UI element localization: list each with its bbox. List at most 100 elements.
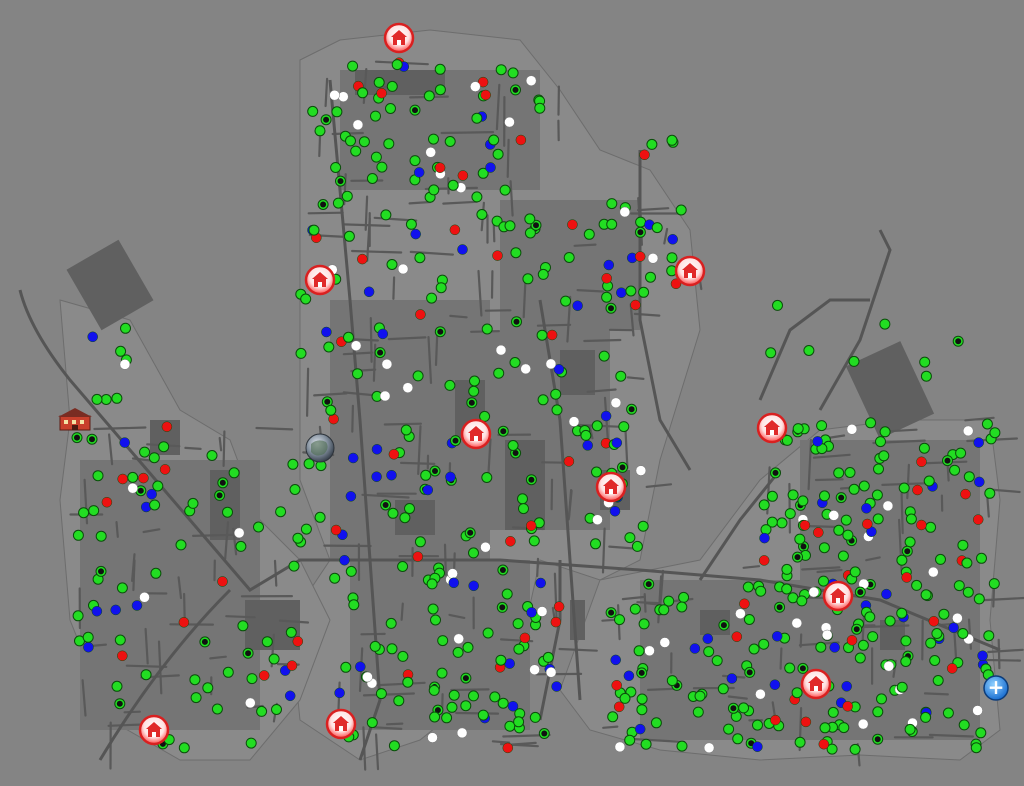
red-status-dot[interactable] <box>217 576 228 587</box>
green-status-dot[interactable] <box>426 578 438 590</box>
green-status-dot[interactable] <box>175 539 187 551</box>
green-status-dot[interactable] <box>292 532 304 544</box>
green-status-dot[interactable] <box>815 641 827 653</box>
white-status-dot[interactable] <box>495 344 507 356</box>
green-status-dot[interactable] <box>358 136 370 148</box>
white-status-dot[interactable] <box>379 390 391 402</box>
blue-status-dot[interactable] <box>363 286 375 298</box>
green-status-dot[interactable] <box>414 252 426 264</box>
blue-status-dot[interactable] <box>623 670 635 682</box>
green-status-dot[interactable] <box>614 614 625 626</box>
white-status-dot[interactable] <box>592 514 603 525</box>
green-status-dot[interactable] <box>794 533 806 545</box>
green-status-dot[interactable] <box>187 497 199 509</box>
green-status-dot[interactable] <box>797 495 809 507</box>
green-status-dot[interactable] <box>900 656 912 667</box>
green-status-dot[interactable] <box>703 646 715 658</box>
green-status-dot[interactable] <box>537 268 549 280</box>
green-status-dot[interactable] <box>476 209 488 220</box>
blue-status-dot[interactable] <box>769 679 781 690</box>
green-status-dot[interactable] <box>471 191 483 203</box>
green-status-dot[interactable] <box>237 620 249 632</box>
green-status-dot[interactable] <box>404 503 415 514</box>
green-status-dot[interactable] <box>268 653 280 665</box>
green-status-dot[interactable] <box>842 529 854 541</box>
green-status-dot[interactable] <box>911 579 923 591</box>
green-status-dot[interactable] <box>646 138 658 150</box>
green-status-dot[interactable] <box>618 421 630 433</box>
white-status-dot[interactable] <box>381 358 393 370</box>
blue-status-dot[interactable] <box>457 244 468 255</box>
green-status-dot[interactable] <box>492 148 504 160</box>
green-status-dot[interactable] <box>666 675 678 687</box>
green-status-dot[interactable] <box>645 271 656 283</box>
green-status-dot[interactable] <box>350 145 362 157</box>
green-status-dot[interactable] <box>794 736 806 748</box>
green-status-dot[interactable] <box>905 513 917 525</box>
green-status-dot[interactable] <box>678 591 690 603</box>
green-status-dot[interactable] <box>606 198 618 210</box>
blue-status-dot[interactable] <box>284 690 296 702</box>
green-status-dot[interactable] <box>72 529 84 541</box>
green-status-dot[interactable] <box>471 112 483 124</box>
green-status-dot[interactable] <box>844 467 856 478</box>
red-status-dot[interactable] <box>731 631 743 642</box>
green-status-dot[interactable] <box>402 676 414 688</box>
blue-status-dot[interactable] <box>87 331 98 343</box>
green-status-dot[interactable] <box>495 64 507 76</box>
green-status-dot[interactable] <box>796 595 808 607</box>
blue-status-dot[interactable] <box>634 723 646 735</box>
green-status-dot[interactable] <box>357 87 369 99</box>
green-status-dot[interactable] <box>348 599 360 611</box>
green-status-dot[interactable] <box>387 507 399 519</box>
green-status-dot[interactable] <box>560 295 572 307</box>
green-status-dot[interactable] <box>271 704 282 715</box>
green-status-dot[interactable] <box>781 583 793 595</box>
blue-status-dot[interactable] <box>355 661 366 672</box>
green-status-dot[interactable] <box>489 691 501 703</box>
green-status-dot[interactable] <box>838 722 850 734</box>
green-status-dot[interactable] <box>732 733 744 745</box>
white-status-dot[interactable] <box>821 629 833 641</box>
green-status-dot[interactable] <box>148 452 160 464</box>
green-status-dot[interactable] <box>900 635 912 647</box>
green-status-dot[interactable] <box>386 80 398 92</box>
blue-status-dot[interactable] <box>689 643 701 654</box>
red-status-dot[interactable] <box>505 536 516 547</box>
green-status-dot[interactable] <box>300 293 312 305</box>
green-status-dot[interactable] <box>591 420 603 432</box>
blue-status-dot[interactable] <box>841 681 852 692</box>
green-status-dot[interactable] <box>391 59 403 71</box>
red-status-dot[interactable] <box>739 598 750 610</box>
white-status-dot[interactable] <box>791 617 803 629</box>
green-status-dot[interactable] <box>430 614 441 626</box>
red-status-dot[interactable] <box>117 650 128 662</box>
white-status-dot[interactable] <box>619 206 631 218</box>
red-status-dot[interactable] <box>434 162 446 173</box>
white-status-dot[interactable] <box>755 688 766 700</box>
red-status-dot[interactable] <box>634 251 646 262</box>
white-status-dot[interactable] <box>480 541 491 553</box>
green-status-dot[interactable] <box>920 370 932 382</box>
green-status-dot[interactable] <box>723 723 735 735</box>
green-status-dot[interactable] <box>420 469 432 481</box>
red-status-dot[interactable] <box>846 635 858 646</box>
blue-status-dot[interactable] <box>702 633 714 644</box>
white-status-dot[interactable] <box>338 91 349 102</box>
blue-status-dot[interactable] <box>413 167 425 178</box>
green-status-dot[interactable] <box>495 654 507 666</box>
green-status-dot[interactable] <box>380 209 392 221</box>
green-status-dot[interactable] <box>385 103 396 114</box>
blue-status-dot[interactable] <box>667 234 678 245</box>
white-status-dot[interactable] <box>470 81 481 92</box>
green-status-dot[interactable] <box>920 711 932 723</box>
white-status-dot[interactable] <box>119 359 131 370</box>
green-status-dot[interactable] <box>78 507 90 519</box>
green-status-dot[interactable] <box>116 582 128 594</box>
green-status-dot[interactable] <box>414 536 426 548</box>
green-status-dot[interactable] <box>848 483 860 495</box>
blue-status-dot[interactable] <box>572 300 583 311</box>
white-status-dot[interactable] <box>952 612 963 624</box>
green-status-dot[interactable] <box>437 635 449 647</box>
green-status-dot[interactable] <box>499 184 511 196</box>
